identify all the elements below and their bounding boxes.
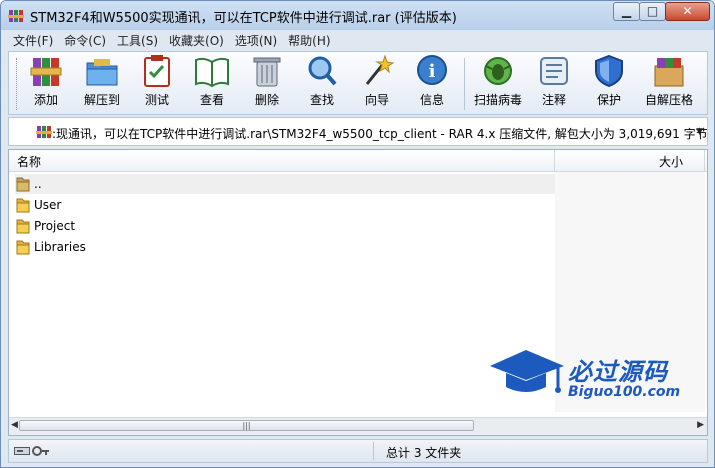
list-item-parent[interactable]: .. [15, 174, 555, 194]
winrar-app-icon [8, 10, 24, 22]
archive-icon [36, 126, 52, 138]
list-item-project[interactable]: Project [15, 216, 555, 236]
menu-tools[interactable]: 工具(S) [112, 32, 164, 50]
chevron-down-icon[interactable]: ▼ [696, 127, 703, 137]
scroll-left-icon[interactable]: ◀ [11, 420, 18, 430]
find-button[interactable]: 查找 [299, 54, 345, 112]
horizontal-scrollbar[interactable]: ◀ ||| ▶ [9, 417, 707, 435]
virus-scan-label: 扫描病毒 [473, 93, 522, 107]
file-name: Libraries [34, 240, 86, 254]
shield-icon [595, 54, 623, 88]
sfx-label: 自解压格 [644, 93, 693, 107]
column-name-header[interactable]: 名称 [17, 153, 41, 170]
sfx-box-icon [654, 58, 684, 87]
archive-path: :现通讯，可以在TCP软件中进行调试.rar\STM32F4_w5500_tcp… [52, 127, 708, 141]
protect-button[interactable]: 保护 [586, 54, 632, 112]
menu-options[interactable]: 选项(N) [230, 32, 283, 50]
file-name: .. [34, 177, 42, 191]
find-label: 查找 [309, 93, 334, 107]
window-title: STM32F4和W5500实现通讯，可以在TCP软件中进行调试.rar (评估版… [30, 11, 457, 26]
close-button[interactable]: ✕ [665, 2, 710, 21]
close-icon: ✕ [682, 4, 693, 18]
graduation-cap-icon [490, 350, 564, 393]
title-bar[interactable]: STM32F4和W5500实现通讯，可以在TCP软件中进行调试.rar (评估版… [1, 1, 714, 30]
toolbar-separator [464, 58, 465, 110]
column-size-header[interactable]: 大小 [659, 153, 683, 170]
watermark-title: 必过源码 [568, 358, 668, 386]
file-name: Project [34, 219, 76, 233]
list-item-user[interactable]: User [15, 195, 555, 215]
file-name: User [34, 198, 62, 212]
clipboard-check-icon [144, 55, 170, 87]
toolbar: 添加 解压到 测试 查看 删除 查找 向导 i 信息 扫描病毒 注释 保护 自解… [8, 51, 708, 115]
info-label: 信息 [419, 93, 444, 107]
status-divider [373, 442, 374, 460]
column-divider[interactable] [704, 150, 705, 171]
watermark-subtitle: Biguo100.com [568, 384, 681, 400]
info-icon: i [417, 55, 447, 85]
list-item-libraries[interactable]: Libraries [15, 237, 555, 257]
info-button[interactable]: i 信息 [409, 54, 455, 112]
comment-label: 注释 [541, 93, 566, 107]
virus-scan-button[interactable]: 扫描病毒 [471, 54, 525, 112]
scrollbar-thumb[interactable]: ||| [19, 420, 474, 431]
magnifier-icon [308, 56, 337, 86]
address-bar[interactable]: :现通讯，可以在TCP软件中进行调试.rar\STM32F4_w5500_tcp… [8, 117, 708, 146]
wizard-label: 向导 [364, 93, 389, 107]
open-book-icon [195, 57, 229, 88]
drive-icon [14, 447, 30, 455]
view-label: 查看 [199, 93, 224, 107]
minimize-button[interactable]: ▁ [613, 2, 640, 21]
scroll-right-icon[interactable]: ▶ [697, 420, 704, 430]
test-label: 测试 [144, 93, 169, 107]
winrar-window: STM32F4和W5500实现通讯，可以在TCP软件中进行调试.rar (评估版… [0, 0, 715, 468]
folder-icon [16, 219, 30, 234]
virus-scan-icon [484, 57, 512, 85]
folder-icon [16, 198, 30, 213]
list-header: 名称 大小 [9, 150, 707, 172]
maximize-icon: □ [646, 4, 659, 18]
books-add-icon [30, 58, 62, 86]
parent-folder-icon [16, 177, 30, 192]
extract-to-label: 解压到 [83, 93, 120, 107]
extract-to-button[interactable]: 解压到 [79, 54, 125, 112]
add-button[interactable]: 添加 [23, 54, 69, 112]
folder-icon [16, 240, 30, 255]
folder-extract-icon [86, 59, 118, 86]
minimize-icon: ▁ [621, 4, 632, 18]
toolbar-grip[interactable] [16, 58, 20, 110]
add-label: 添加 [33, 93, 58, 107]
sfx-button[interactable]: 自解压格 [639, 54, 699, 112]
menu-file[interactable]: 文件(F) [8, 32, 59, 50]
view-button[interactable]: 查看 [189, 54, 235, 112]
comment-icon [540, 57, 568, 85]
column-divider[interactable] [554, 150, 555, 171]
watermark-logo: 必过源码 Biguo100.com [488, 346, 688, 406]
delete-button[interactable]: 删除 [244, 54, 290, 112]
menu-commands[interactable]: 命令(C) [59, 32, 112, 50]
magic-wand-icon [365, 54, 395, 85]
maximize-button[interactable]: □ [639, 2, 666, 21]
comment-button[interactable]: 注释 [531, 54, 577, 112]
test-button[interactable]: 测试 [134, 54, 180, 112]
delete-label: 删除 [254, 93, 279, 107]
menu-help[interactable]: 帮助(H) [283, 32, 336, 50]
svg-text:i: i [429, 61, 436, 82]
trash-can-icon [253, 57, 281, 87]
status-bar: 总计 3 文件夹 [8, 439, 708, 463]
status-text: 总计 3 文件夹 [386, 446, 462, 460]
wizard-button[interactable]: 向导 [354, 54, 400, 112]
key-icon [32, 446, 49, 456]
menu-favorites[interactable]: 收藏夹(O) [164, 32, 230, 50]
menu-bar: 文件(F) 命令(C) 工具(S) 收藏夹(O) 选项(N) 帮助(H) [8, 32, 337, 50]
protect-label: 保护 [596, 93, 621, 107]
